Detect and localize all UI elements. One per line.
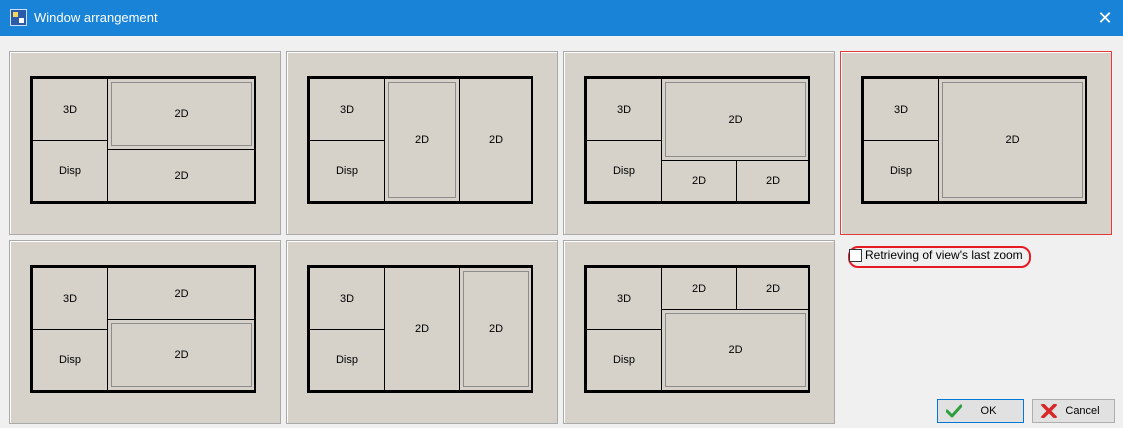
pane-2d: 2D xyxy=(107,78,256,150)
layout-preview: 3D Disp 2D 2D 2D xyxy=(584,76,810,204)
layout-preview: 3D Disp 2D xyxy=(861,76,1087,204)
pane-disp: Disp xyxy=(309,329,385,391)
pane-3d: 3D xyxy=(586,78,662,141)
layout-option-7[interactable]: 3D Disp 2D 2D 2D xyxy=(563,240,835,424)
pane-disp: Disp xyxy=(32,140,108,202)
layout-preview: 3D Disp 2D 2D 2D xyxy=(584,265,810,393)
ok-label: OK xyxy=(980,405,997,417)
app-icon xyxy=(10,9,27,26)
pane-2d: 2D xyxy=(661,160,737,202)
window-title: Window arrangement xyxy=(34,10,158,25)
pane-3d: 3D xyxy=(309,78,385,141)
pane-disp: Disp xyxy=(32,329,108,391)
ok-button[interactable]: OK xyxy=(937,399,1024,423)
pane-2d: 2D xyxy=(661,309,810,391)
layout-option-4[interactable]: 3D Disp 2D xyxy=(840,51,1112,235)
layout-preview: 3D Disp 2D 2D xyxy=(307,265,533,393)
layout-option-2[interactable]: 3D Disp 2D 2D xyxy=(286,51,558,235)
pane-2d: 2D xyxy=(459,267,533,391)
retrieve-zoom-label: Retrieving of view's last zoom xyxy=(865,248,1023,262)
pane-2d: 2D xyxy=(107,149,256,202)
pane-2d: 2D xyxy=(661,78,810,161)
layout-option-5[interactable]: 3D 2D Disp 2D xyxy=(9,240,281,424)
pane-disp: Disp xyxy=(586,140,662,202)
pane-disp: Disp xyxy=(586,329,662,391)
layout-preview: 3D Disp 2D 2D xyxy=(307,76,533,204)
close-icon[interactable]: ✕ xyxy=(1087,0,1123,36)
pane-2d: 2D xyxy=(384,78,460,202)
pane-2d: 2D xyxy=(736,160,810,202)
pane-2d: 2D xyxy=(384,267,460,391)
pane-3d: 3D xyxy=(586,267,662,330)
layout-option-6[interactable]: 3D Disp 2D 2D xyxy=(286,240,558,424)
pane-disp: Disp xyxy=(863,140,939,202)
pane-3d: 3D xyxy=(863,78,939,141)
pane-3d: 3D xyxy=(32,78,108,141)
pane-3d: 3D xyxy=(32,267,108,330)
window-titlebar: Window arrangement ✕ xyxy=(0,0,1123,36)
layout-option-1[interactable]: 3D 2D Disp 2D xyxy=(9,51,281,235)
pane-3d: 3D xyxy=(309,267,385,330)
pane-2d: 2D xyxy=(107,267,256,320)
pane-2d: 2D xyxy=(459,78,533,202)
cancel-button[interactable]: Cancel xyxy=(1032,399,1115,423)
layout-preview: 3D 2D Disp 2D xyxy=(30,76,256,204)
pane-2d: 2D xyxy=(661,267,737,310)
pane-2d: 2D xyxy=(938,78,1087,202)
cancel-label: Cancel xyxy=(1065,405,1100,417)
layout-option-3[interactable]: 3D Disp 2D 2D 2D xyxy=(563,51,835,235)
pane-2d: 2D xyxy=(736,267,810,310)
pane-2d: 2D xyxy=(107,319,256,391)
retrieve-zoom-checkbox[interactable] xyxy=(849,249,862,262)
pane-disp: Disp xyxy=(309,140,385,202)
layout-preview: 3D 2D Disp 2D xyxy=(30,265,256,393)
